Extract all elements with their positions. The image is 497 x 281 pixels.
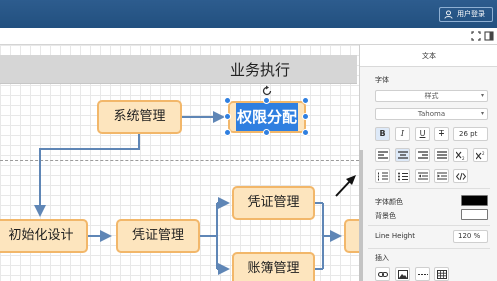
insert-hr-button[interactable]	[415, 267, 430, 281]
resize-handle-nw[interactable]	[224, 97, 231, 104]
font-section-label: 字体	[375, 76, 389, 84]
svg-text:2: 2	[462, 156, 465, 160]
divider	[368, 248, 490, 249]
diagram-canvas[interactable]: 业务执行 系统管理 权限分配 初始化设计 凭证管理 凭证管理 账簿管理	[0, 45, 359, 281]
horizontal-rule-icon	[418, 274, 428, 275]
align-right-icon	[418, 151, 428, 159]
node-ledger-management[interactable]: 账簿管理	[232, 252, 315, 281]
justify-button[interactable]	[434, 148, 449, 162]
insert-table-button[interactable]	[434, 267, 449, 281]
login-button[interactable]: 用户登录	[439, 7, 493, 22]
panel-toggle-icon[interactable]	[484, 31, 494, 41]
code-icon	[456, 172, 466, 181]
node-initialization-design[interactable]: 初始化设计	[0, 219, 88, 253]
node-label-selected[interactable]: 权限分配	[235, 103, 298, 131]
outdent-button[interactable]	[415, 169, 430, 183]
line-height-input[interactable]: 120 %	[453, 230, 488, 243]
resize-handle-n[interactable]	[263, 97, 270, 104]
insert-label: 插入	[375, 254, 389, 262]
resize-handle-s[interactable]	[263, 129, 270, 136]
app-header: 用户登录	[0, 0, 497, 28]
subscript-button[interactable]: 2	[453, 148, 468, 162]
italic-button[interactable]: I	[395, 127, 410, 141]
resize-handle-w[interactable]	[224, 113, 231, 120]
node-label: 系统管理	[113, 109, 166, 124]
node-voucher-management-2[interactable]: 凭证管理	[232, 186, 315, 220]
resize-handle-sw[interactable]	[224, 129, 231, 136]
annotation-arrow	[335, 175, 356, 197]
fullscreen-icon[interactable]	[471, 31, 481, 41]
bold-button[interactable]: B	[375, 127, 390, 141]
edge-system-to-init	[34, 134, 140, 217]
login-label: 用户登录	[457, 10, 485, 18]
subscript-icon: 2	[456, 151, 465, 160]
format-panel: 文本 字体 样式 ▾ Tahoma ▾ B I U T 26 pt 2 2 字体…	[359, 45, 497, 281]
chevron-down-icon: ▾	[480, 110, 484, 117]
bullet-list-icon	[398, 172, 408, 181]
node-label: 初始化设计	[8, 228, 74, 243]
resize-handle-e[interactable]	[302, 113, 309, 120]
font-family-select[interactable]: Tahoma ▾	[375, 108, 488, 120]
indent-button[interactable]	[434, 169, 449, 183]
table-icon	[437, 270, 447, 279]
resize-handle-se[interactable]	[302, 129, 309, 136]
indent-icon	[437, 172, 447, 180]
resize-handle-ne[interactable]	[302, 97, 309, 104]
style-select-value: 样式	[424, 92, 439, 100]
insert-image-button[interactable]	[395, 267, 410, 281]
link-icon	[378, 271, 388, 278]
toolbar	[0, 28, 497, 45]
font-size-input[interactable]: 26 pt	[453, 127, 488, 141]
line-height-label: Line Height	[375, 232, 415, 240]
rotate-handle-icon[interactable]	[261, 85, 273, 97]
numbered-list-icon	[378, 172, 388, 181]
font-color-label: 字体颜色	[375, 198, 403, 206]
chevron-down-icon: ▾	[480, 92, 484, 99]
node-partial-offscreen[interactable]	[344, 219, 359, 253]
svg-text:2: 2	[482, 151, 485, 156]
outdent-icon	[418, 172, 428, 180]
bg-color-label: 背景色	[375, 212, 396, 220]
bullet-list-button[interactable]	[395, 169, 410, 183]
align-right-button[interactable]	[415, 148, 430, 162]
style-select[interactable]: 样式 ▾	[375, 90, 488, 102]
node-label: 账簿管理	[247, 261, 300, 276]
underline-button[interactable]: U	[415, 127, 430, 141]
user-icon	[444, 10, 453, 19]
align-left-button[interactable]	[375, 148, 390, 162]
align-center-icon	[398, 151, 408, 159]
node-voucher-management[interactable]: 凭证管理	[116, 219, 200, 253]
font-color-swatch[interactable]	[461, 195, 488, 206]
image-icon	[398, 270, 408, 279]
bg-color-swatch[interactable]	[461, 209, 488, 220]
insert-link-button[interactable]	[375, 267, 390, 281]
node-system-management[interactable]: 系统管理	[97, 100, 182, 134]
node-label: 凭证管理	[131, 228, 184, 243]
divider	[368, 225, 490, 226]
superscript-button[interactable]: 2	[473, 148, 488, 162]
font-family-value: Tahoma	[417, 110, 446, 118]
align-center-button[interactable]	[395, 148, 410, 162]
node-label: 凭证管理	[247, 195, 300, 210]
justify-icon	[437, 151, 447, 159]
align-left-icon	[378, 151, 388, 159]
tab-text[interactable]: 文本	[360, 45, 497, 67]
divider	[368, 188, 490, 189]
clear-format-button[interactable]: T	[434, 127, 449, 141]
panel-scrollbar[interactable]	[359, 150, 363, 281]
superscript-icon: 2	[476, 151, 485, 160]
html-button[interactable]	[453, 169, 468, 183]
numbered-list-button[interactable]	[375, 169, 390, 183]
